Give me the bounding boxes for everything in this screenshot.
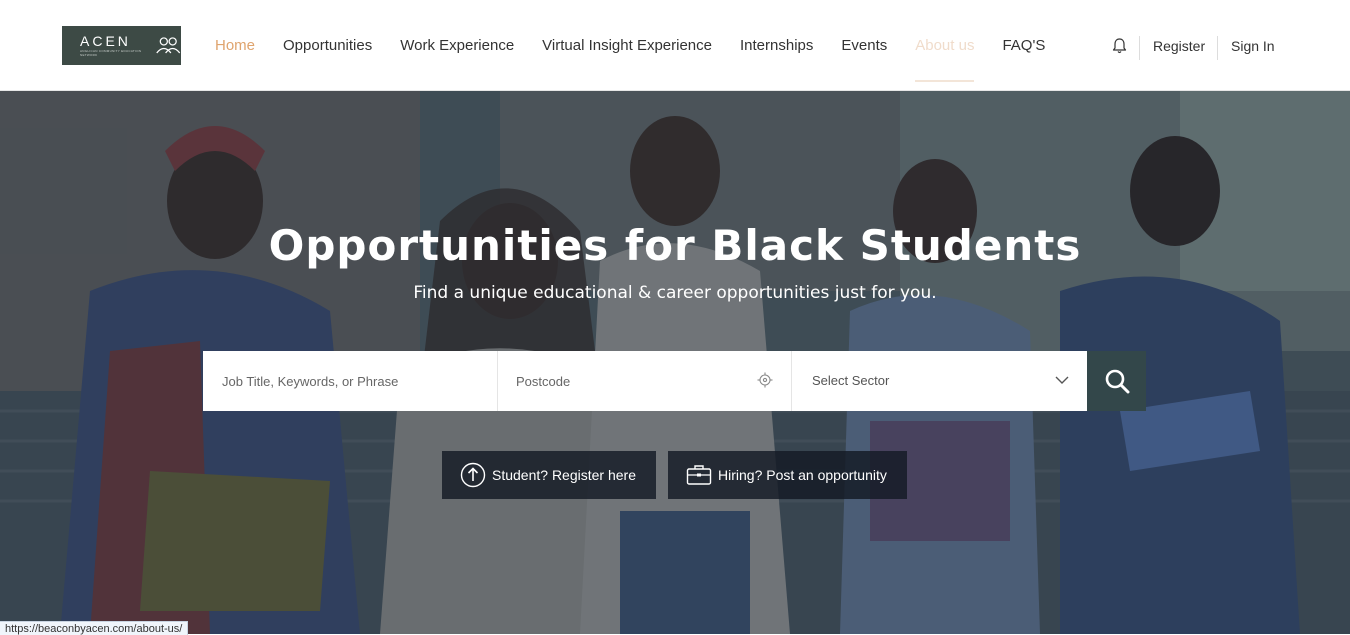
hero-title: Opportunities for Black Students — [268, 221, 1082, 270]
sector-select-value: Select Sector — [812, 373, 890, 388]
student-register-label: Student? Register here — [492, 467, 636, 483]
nav-about-us[interactable]: About us — [915, 37, 975, 82]
hero-subtitle: Find a unique educational & career oppor… — [413, 283, 937, 303]
postcode-field-wrapper — [498, 351, 792, 411]
student-register-button[interactable]: Student? Register here — [442, 451, 656, 499]
hero-section: Opportunities for Black Students Find a … — [0, 91, 1350, 634]
site-header: ACEN ANGLICAN COMMUNITY EDUCATION NETWOR… — [0, 0, 1350, 91]
search-bar: Select Sector — [203, 351, 1146, 411]
nav-work-experience[interactable]: Work Experience — [400, 37, 514, 54]
keywords-input[interactable] — [203, 351, 497, 411]
browser-status-url: https://beaconbyacen.com/about-us/ — [0, 621, 189, 635]
briefcase-icon — [686, 465, 712, 485]
sector-select[interactable]: Select Sector — [792, 351, 1087, 411]
people-icon — [155, 36, 180, 53]
search-button[interactable] — [1087, 351, 1146, 411]
nav-events[interactable]: Events — [841, 37, 887, 54]
nav-opportunities[interactable]: Opportunities — [283, 37, 372, 54]
nav-internships[interactable]: Internships — [740, 37, 813, 54]
post-opportunity-label: Hiring? Post an opportunity — [718, 467, 887, 483]
site-logo[interactable]: ACEN ANGLICAN COMMUNITY EDUCATION NETWOR… — [62, 26, 181, 65]
search-icon — [1105, 369, 1129, 394]
post-opportunity-button[interactable]: Hiring? Post an opportunity — [668, 451, 907, 499]
register-link[interactable]: Register — [1153, 38, 1205, 54]
header-divider — [1139, 36, 1140, 60]
arrow-up-circle-icon — [460, 462, 486, 488]
main-nav: Home Opportunities Work Experience Virtu… — [215, 0, 1073, 91]
chevron-down-icon — [1055, 376, 1069, 384]
nav-virtual-insight-experience[interactable]: Virtual Insight Experience — [542, 37, 712, 54]
header-divider — [1217, 36, 1218, 60]
logo-tagline: ANGLICAN COMMUNITY EDUCATION NETWORK — [80, 49, 142, 57]
nav-faqs[interactable]: FAQ'S — [1002, 37, 1045, 54]
location-target-icon[interactable] — [757, 372, 773, 388]
sign-in-link[interactable]: Sign In — [1231, 38, 1275, 54]
bell-icon[interactable] — [1111, 37, 1128, 55]
nav-home[interactable]: Home — [215, 37, 255, 54]
keywords-field-wrapper — [203, 351, 498, 411]
logo-word: ACEN — [80, 33, 131, 49]
postcode-input[interactable] — [498, 351, 791, 411]
